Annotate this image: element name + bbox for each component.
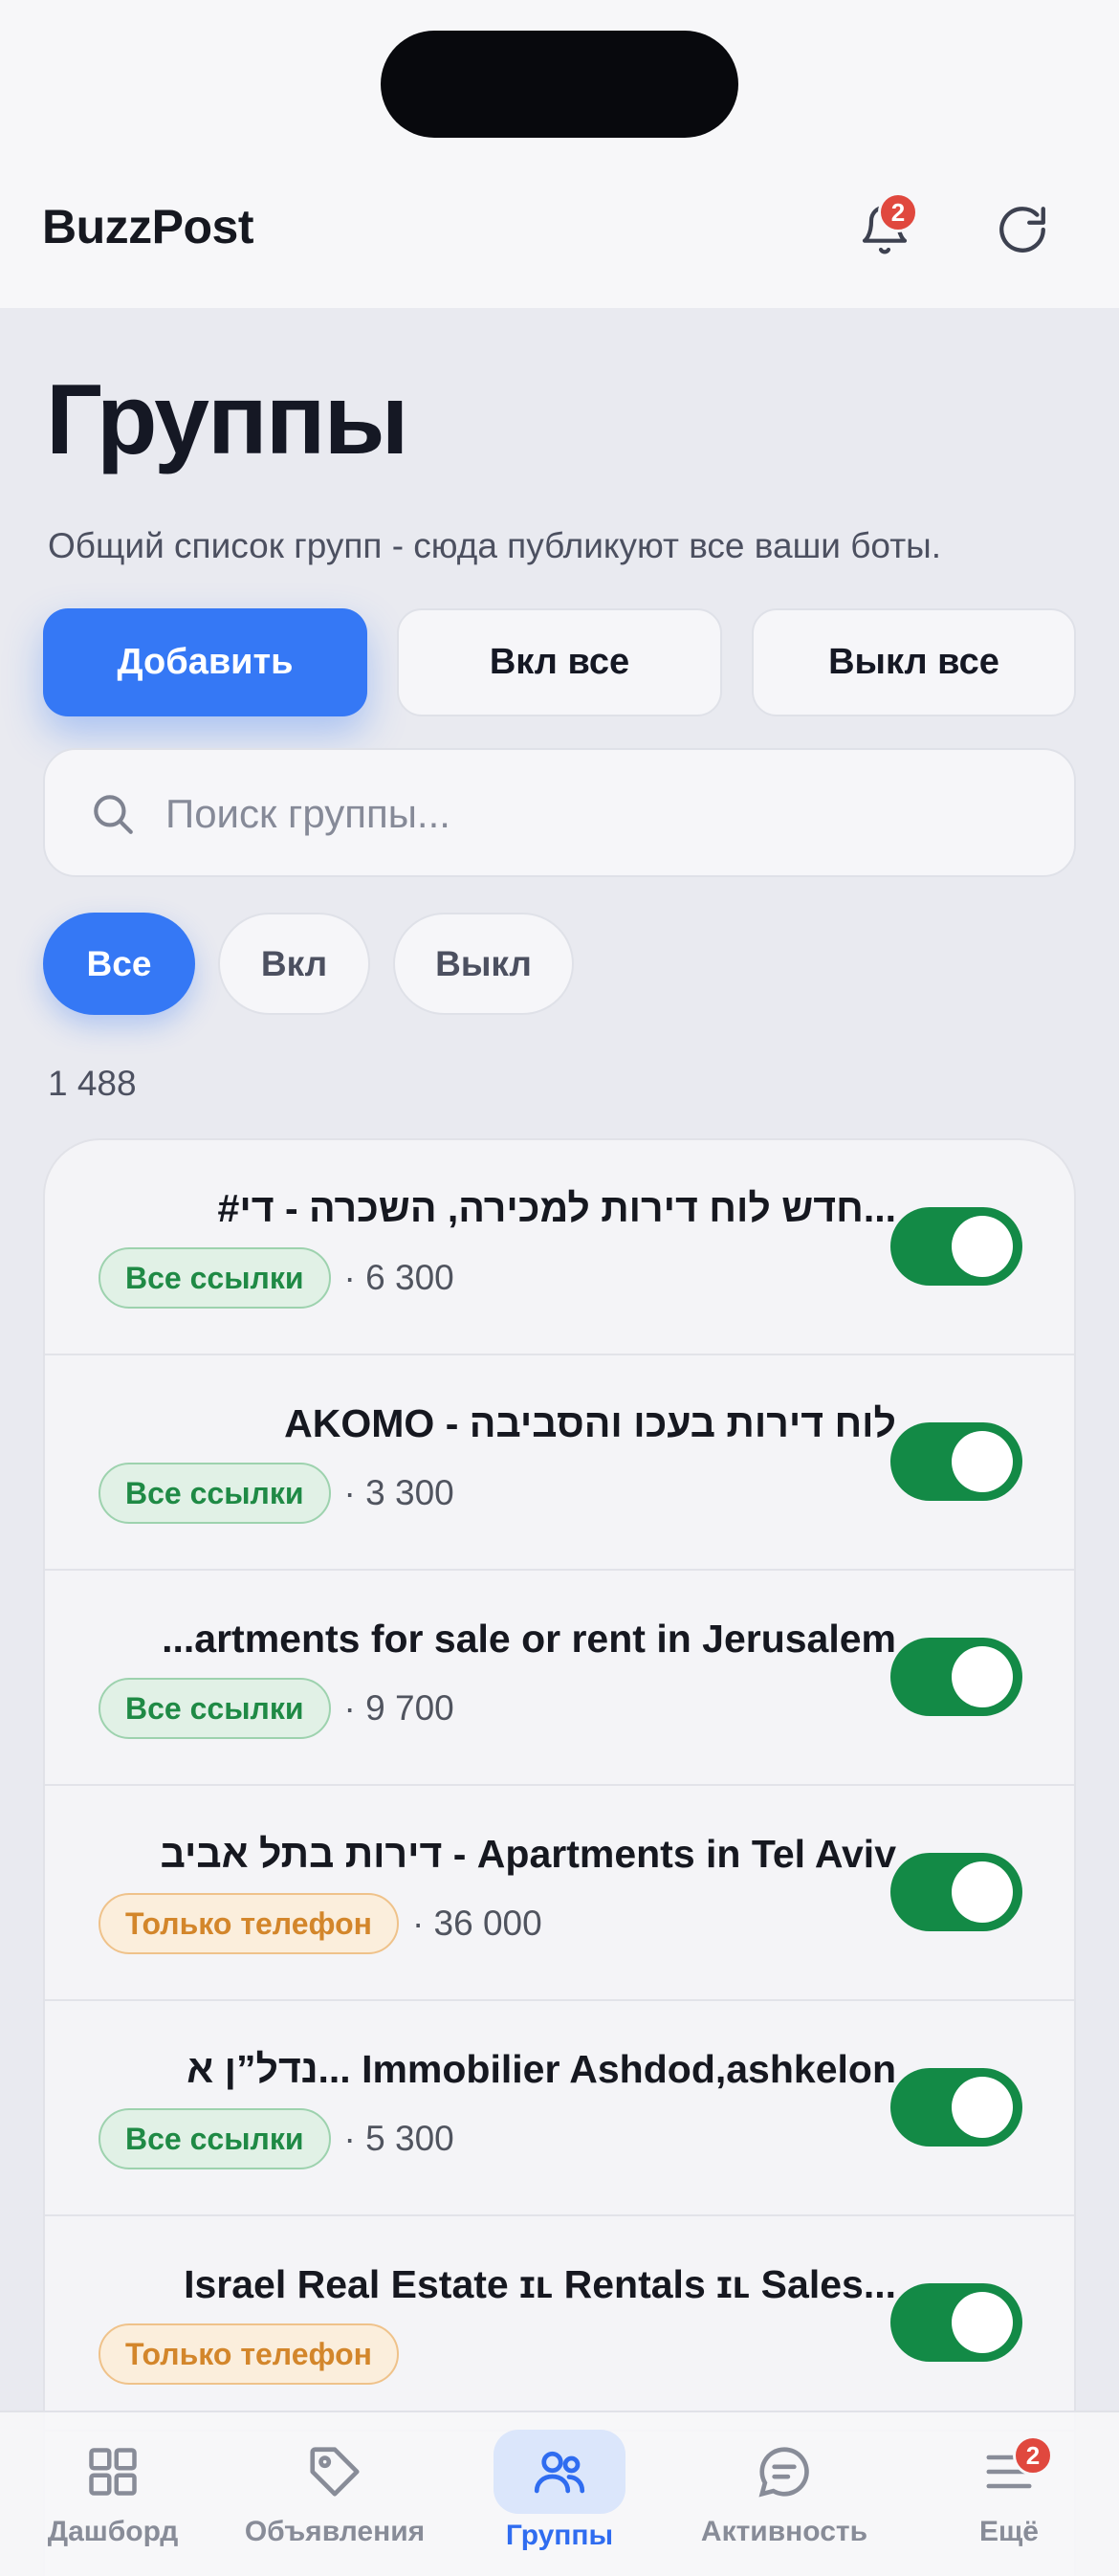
group-enabled-toggle[interactable] [890,2283,1022,2362]
bottom-nav: Дашборд Объявления Группы Активность 2 Е… [0,2411,1119,2576]
filter-all-chip[interactable]: Все [43,913,195,1015]
group-meta: Все ссылки · 3 300 [99,1463,454,1524]
notification-badge: 2 [878,192,918,232]
nav-label: Активность [700,2516,868,2547]
more-badge: 2 [1013,2435,1053,2476]
group-title: Israel Real Estate ɪʟ Rentals ɪʟ Sales..… [184,2262,896,2306]
group-enabled-toggle[interactable] [890,1853,1022,1931]
group-row[interactable]: #חדש לוח דירות למכירה, השכרה - די... Все… [45,1140,1074,1355]
search-icon [94,795,133,834]
app-header: BuzzPost 2 [0,0,1119,308]
group-title: #חדש לוח דירות למכירה, השכרה - די... [217,1186,896,1230]
page-subtitle: Общий список групп - сюда публикуют все … [48,526,942,565]
nav-more[interactable]: 2 Ещё [956,2412,1062,2576]
group-meta: Только телефон · 36 000 [99,1893,542,1954]
link-policy-tag: Все ссылки [99,1247,331,1309]
search-input[interactable] [165,779,1026,849]
group-row[interactable]: AKOMO - לוח דירות בעכו והסביבה Все ссылк… [45,1355,1074,1571]
app-title: BuzzPost [42,200,254,253]
camera-notch [381,31,738,138]
link-policy-tag: Только телефон [99,1893,399,1954]
enable-all-button[interactable]: Вкл все [397,608,722,716]
nav-label: Ещё [978,2516,1039,2547]
link-policy-tag: Все ссылки [99,1678,331,1739]
grid-icon [75,2433,151,2510]
group-count: 1 488 [48,1064,137,1103]
nav-activity[interactable]: Активность [689,2412,880,2576]
member-count: · 5 300 [343,2119,454,2158]
group-enabled-toggle[interactable] [890,1207,1022,1286]
group-row[interactable]: דירות בתל אביב - Apartments in Tel Aviv … [45,1786,1074,2001]
filter-on-chip[interactable]: Вкл [218,913,370,1015]
group-enabled-toggle[interactable] [890,1422,1022,1501]
group-title: AKOMO - לוח דירות בעכו והסביבה [284,1401,896,1445]
group-list: #חדש לוח דירות למכירה, השכרה - די... Все… [43,1138,1076,2576]
link-policy-tag: Только телефон [99,2323,399,2385]
group-title: ...artments for sale or rent in Jerusale… [162,1617,896,1661]
menu-icon: 2 [971,2433,1053,2510]
member-count: · 36 000 [411,1904,542,1943]
tag-icon [296,2433,373,2510]
nav-label: Группы [505,2520,614,2551]
member-count: · 9 700 [343,1688,454,1728]
filter-off-chip[interactable]: Выкл [393,913,574,1015]
nav-groups[interactable]: Группы [493,2412,626,2576]
group-meta: Все ссылки · 9 700 [99,1678,454,1739]
link-policy-tag: Все ссылки [99,1463,331,1524]
group-enabled-toggle[interactable] [890,1638,1022,1716]
group-meta: Все ссылки · 6 300 [99,1247,454,1309]
search-box [43,748,1076,877]
group-title: נדל”ן א... Immobilier Ashdod,ashkelon [186,2047,896,2091]
group-row[interactable]: ...artments for sale or rent in Jerusale… [45,1571,1074,1786]
member-count: · 6 300 [343,1258,454,1297]
group-row[interactable]: Israel Real Estate ɪʟ Rentals ɪʟ Sales..… [45,2216,1074,2432]
group-title: דירות בתל אביב - Apartments in Tel Aviv [160,1832,896,1876]
group-meta: Только телефон [99,2323,412,2385]
refresh-button[interactable] [979,187,1065,273]
nav-label: Дашборд [47,2516,179,2547]
nav-label: Объявления [244,2516,426,2547]
group-row[interactable]: נדל”ן א... Immobilier Ashdod,ashkelon Вс… [45,2001,1074,2216]
disable-all-button[interactable]: Выкл все [752,608,1076,716]
add-group-button[interactable]: Добавить [43,608,367,716]
notifications-button[interactable]: 2 [842,187,928,273]
refresh-icon [999,207,1045,253]
chat-icon [746,2433,823,2510]
member-count: · 3 300 [343,1473,454,1512]
group-meta: Все ссылки · 5 300 [99,2108,454,2169]
page-title: Группы [46,364,408,475]
nav-ads[interactable]: Объявления [239,2412,430,2576]
group-enabled-toggle[interactable] [890,2068,1022,2147]
link-policy-tag: Все ссылки [99,2108,331,2169]
nav-dashboard[interactable]: Дашборд [34,2412,191,2576]
users-icon [494,2430,625,2514]
